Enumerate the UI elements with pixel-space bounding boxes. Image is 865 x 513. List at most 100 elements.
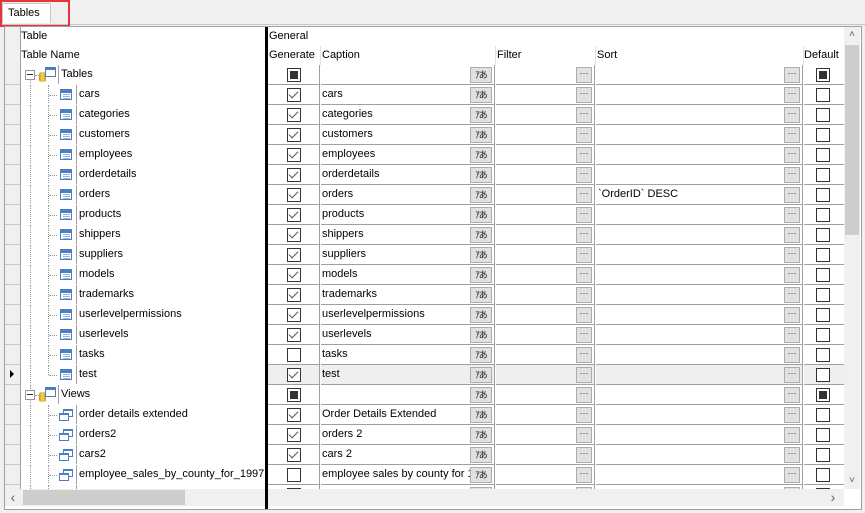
generate-checkbox[interactable]: [287, 368, 301, 382]
filter-ellipsis-button[interactable]: ⋯: [576, 347, 592, 363]
header-filter[interactable]: Filter: [496, 46, 596, 65]
default-checkbox[interactable]: [816, 68, 830, 82]
filter-ellipsis-button[interactable]: ⋯: [576, 467, 592, 483]
translate-button[interactable]: ｱあ: [470, 447, 492, 463]
tree-node-label[interactable]: Views: [58, 385, 265, 404]
scroll-up-icon[interactable]: ˄: [844, 27, 860, 43]
sort-ellipsis-button[interactable]: ⋯: [784, 147, 800, 163]
row-header[interactable]: [5, 225, 21, 245]
filter-ellipsis-button[interactable]: ⋯: [576, 67, 592, 83]
header-default[interactable]: Default: [804, 46, 843, 65]
translate-button[interactable]: ｱあ: [470, 167, 492, 183]
sort-cell[interactable]: ⋯: [596, 425, 803, 445]
sort-ellipsis-button[interactable]: ⋯: [784, 287, 800, 303]
default-checkbox[interactable]: [816, 88, 830, 102]
caption-cell[interactable]: categories ｱあ: [321, 105, 495, 125]
caption-cell[interactable]: suppliers ｱあ: [321, 245, 495, 265]
tree-node-label[interactable]: categories: [76, 105, 265, 124]
generate-checkbox[interactable]: [287, 428, 301, 442]
sort-cell[interactable]: ⋯: [596, 285, 803, 305]
filter-ellipsis-button[interactable]: ⋯: [576, 427, 592, 443]
filter-ellipsis-button[interactable]: ⋯: [576, 147, 592, 163]
row-header[interactable]: [5, 345, 21, 365]
filter-cell[interactable]: ⋯: [496, 345, 595, 365]
caption-cell[interactable]: tasks ｱあ: [321, 345, 495, 365]
default-checkbox[interactable]: [816, 468, 830, 482]
filter-ellipsis-button[interactable]: ⋯: [576, 227, 592, 243]
filter-ellipsis-button[interactable]: ⋯: [576, 87, 592, 103]
caption-cell[interactable]: products ｱあ: [321, 205, 495, 225]
caption-cell[interactable]: orders 2 ｱあ: [321, 425, 495, 445]
row-header[interactable]: [5, 405, 21, 425]
row-header[interactable]: [5, 385, 21, 405]
vertical-scroll-thumb[interactable]: [845, 45, 859, 235]
tree-node-label[interactable]: shippers: [76, 225, 265, 244]
filter-ellipsis-button[interactable]: ⋯: [576, 167, 592, 183]
generate-checkbox[interactable]: [287, 388, 301, 402]
row-header[interactable]: [5, 305, 21, 325]
translate-button[interactable]: ｱあ: [470, 367, 492, 383]
filter-cell[interactable]: ⋯: [496, 425, 595, 445]
sort-cell[interactable]: ⋯: [596, 385, 803, 405]
sort-ellipsis-button[interactable]: ⋯: [784, 347, 800, 363]
filter-cell[interactable]: ⋯: [496, 405, 595, 425]
sort-cell[interactable]: `OrderID` DESC ⋯: [596, 185, 803, 205]
filter-cell[interactable]: ⋯: [496, 85, 595, 105]
sort-cell[interactable]: ⋯: [596, 305, 803, 325]
horizontal-scroll-thumb[interactable]: [23, 490, 185, 505]
sort-ellipsis-button[interactable]: ⋯: [784, 327, 800, 343]
sort-cell[interactable]: ⋯: [596, 85, 803, 105]
sort-ellipsis-button[interactable]: ⋯: [784, 107, 800, 123]
filter-ellipsis-button[interactable]: ⋯: [576, 327, 592, 343]
sort-ellipsis-button[interactable]: ⋯: [784, 467, 800, 483]
filter-cell[interactable]: ⋯: [496, 185, 595, 205]
default-checkbox[interactable]: [816, 348, 830, 362]
translate-button[interactable]: ｱあ: [470, 307, 492, 323]
translate-button[interactable]: ｱあ: [470, 87, 492, 103]
filter-ellipsis-button[interactable]: ⋯: [576, 287, 592, 303]
filter-ellipsis-button[interactable]: ⋯: [576, 127, 592, 143]
filter-ellipsis-button[interactable]: ⋯: [576, 107, 592, 123]
sort-ellipsis-button[interactable]: ⋯: [784, 387, 800, 403]
generate-checkbox[interactable]: [287, 228, 301, 242]
generate-checkbox[interactable]: [287, 468, 301, 482]
row-header[interactable]: [5, 105, 21, 125]
caption-cell[interactable]: cars ｱあ: [321, 85, 495, 105]
filter-cell[interactable]: ⋯: [496, 325, 595, 345]
default-checkbox[interactable]: [816, 248, 830, 262]
caption-cell[interactable]: cars 2 ｱあ: [321, 445, 495, 465]
filter-cell[interactable]: ⋯: [496, 385, 595, 405]
generate-checkbox[interactable]: [287, 448, 301, 462]
row-header[interactable]: [5, 465, 21, 485]
translate-button[interactable]: ｱあ: [470, 407, 492, 423]
caption-cell[interactable]: shippers ｱあ: [321, 225, 495, 245]
tree-node-label[interactable]: userlevels: [76, 325, 265, 344]
tree-node-label[interactable]: test: [76, 365, 265, 384]
filter-ellipsis-button[interactable]: ⋯: [576, 307, 592, 323]
caption-cell[interactable]: orderdetails ｱあ: [321, 165, 495, 185]
default-checkbox[interactable]: [816, 208, 830, 222]
generate-checkbox[interactable]: [287, 128, 301, 142]
sort-cell[interactable]: ⋯: [596, 365, 803, 385]
sort-ellipsis-button[interactable]: ⋯: [784, 167, 800, 183]
row-header[interactable]: [5, 445, 21, 465]
filter-cell[interactable]: ⋯: [496, 365, 595, 385]
filter-cell[interactable]: ⋯: [496, 165, 595, 185]
caption-cell[interactable]: models ｱあ: [321, 265, 495, 285]
tree-node-label[interactable]: order details extended: [76, 405, 265, 424]
header-sort[interactable]: Sort: [596, 46, 804, 65]
row-header[interactable]: [5, 245, 21, 265]
scroll-down-icon[interactable]: ˅: [844, 473, 860, 489]
tree-node-label[interactable]: orderdetails: [76, 165, 265, 184]
filter-ellipsis-button[interactable]: ⋯: [576, 407, 592, 423]
default-checkbox[interactable]: [816, 228, 830, 242]
default-checkbox[interactable]: [816, 128, 830, 142]
sort-cell[interactable]: ⋯: [596, 125, 803, 145]
tree-node-label[interactable]: userlevelpermissions: [76, 305, 265, 324]
filter-ellipsis-button[interactable]: ⋯: [576, 387, 592, 403]
caption-cell[interactable]: test ｱあ: [321, 365, 495, 385]
sort-ellipsis-button[interactable]: ⋯: [784, 187, 800, 203]
row-header[interactable]: [5, 145, 21, 165]
tree-node-label[interactable]: trademarks: [76, 285, 265, 304]
translate-button[interactable]: ｱあ: [470, 267, 492, 283]
